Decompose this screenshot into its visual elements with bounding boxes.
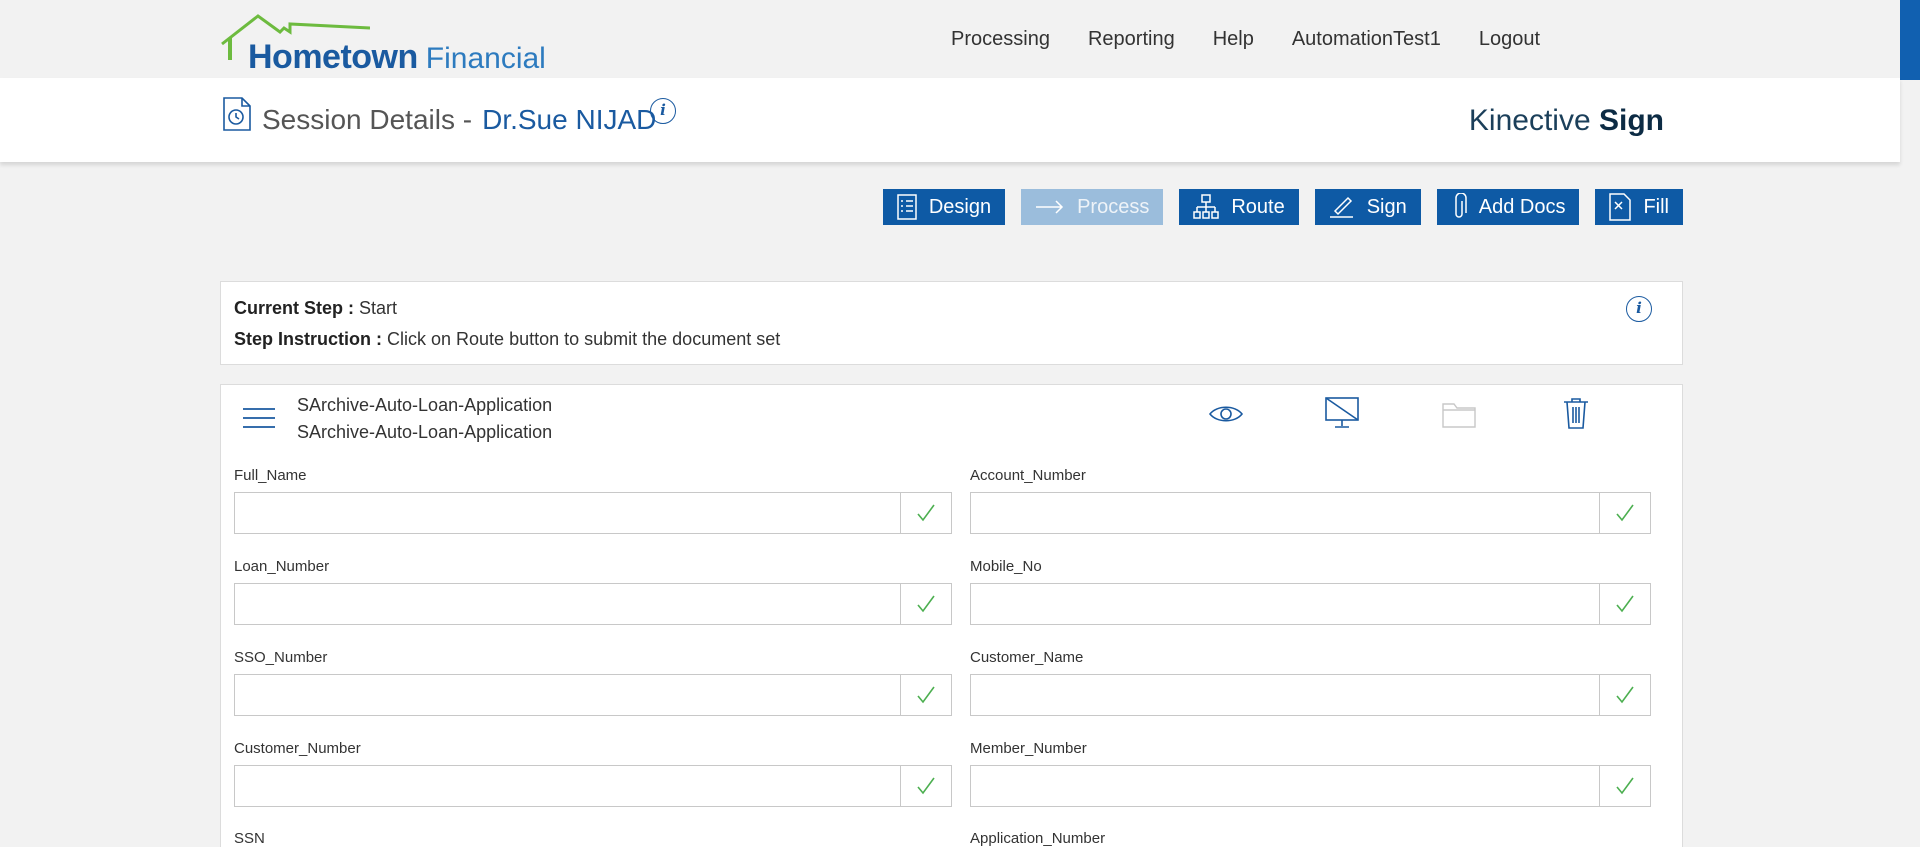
sso-number-label: SSO_Number <box>234 649 328 666</box>
fill-button[interactable]: Fill <box>1595 189 1683 225</box>
customer-name-input[interactable] <box>971 675 1600 715</box>
sso-number-field <box>234 674 952 716</box>
nav-logout[interactable]: Logout <box>1479 28 1540 51</box>
session-signer-name: Dr.Sue NIJAD <box>482 104 657 135</box>
mobile-no-label: Mobile_No <box>970 558 1042 575</box>
sso-number-input[interactable] <box>235 675 901 715</box>
main-nav: Processing Reporting Help AutomationTest… <box>951 28 1540 51</box>
loan-number-input[interactable] <box>235 584 901 624</box>
check-icon[interactable] <box>900 584 951 624</box>
nav-user[interactable]: AutomationTest1 <box>1292 28 1441 51</box>
customer-name-label: Customer_Name <box>970 649 1084 666</box>
brand-bold-text: Sign <box>1599 104 1664 137</box>
document-name: SArchive-Auto-Loan-Application <box>297 395 553 415</box>
step-panel: Current Step : Start Step Instruction : … <box>220 281 1683 365</box>
current-step: Current Step : Start <box>234 298 397 319</box>
trash-icon[interactable] <box>1563 397 1589 429</box>
hometown-financial-logo[interactable]: Hometown Financial <box>220 14 560 76</box>
checklist-icon <box>897 194 917 220</box>
design-button-label: Design <box>928 195 992 218</box>
nav-reporting[interactable]: Reporting <box>1088 28 1175 51</box>
customer-number-input[interactable] <box>235 766 901 806</box>
org-chart-icon <box>1193 194 1220 219</box>
folder-icon[interactable] <box>1442 400 1476 428</box>
arrow-right-icon <box>1036 200 1064 214</box>
check-icon[interactable] <box>1599 584 1650 624</box>
fill-button-label: Fill <box>1643 195 1669 218</box>
mobile-no-input[interactable] <box>971 584 1600 624</box>
step-info-icon[interactable]: i <box>1626 296 1652 322</box>
page-title: Session Details - Dr.Sue NIJAD <box>262 104 656 136</box>
top-bar: Hometown Financial Processing Reporting H… <box>0 0 1900 78</box>
step-instruction-label: Step Instruction : <box>234 329 382 349</box>
add-docs-button-label: Add Docs <box>1478 195 1566 218</box>
check-icon[interactable] <box>900 493 951 533</box>
brand-light-text: Kinective <box>1468 104 1591 137</box>
check-icon[interactable] <box>900 675 951 715</box>
monitor-off-icon[interactable] <box>1325 397 1359 429</box>
process-button-label: Process <box>1077 195 1150 218</box>
document-history-icon <box>223 97 251 131</box>
document-type: SArchive-Auto-Loan-Application <box>297 422 553 442</box>
account-number-label: Account_Number <box>970 467 1086 484</box>
customer-name-field <box>970 674 1651 716</box>
ssn-label: SSN <box>234 830 265 847</box>
account-number-input[interactable] <box>971 493 1600 533</box>
session-info-icon[interactable]: i <box>650 98 676 124</box>
application-number-label: Application_Number <box>970 830 1106 847</box>
paperclip-icon <box>1454 193 1467 218</box>
full-name-input[interactable] <box>235 493 901 533</box>
scrollbar-thumb[interactable] <box>1900 0 1920 80</box>
member-number-field <box>970 765 1651 807</box>
session-title-label: Session Details - <box>262 104 473 135</box>
action-toolbar: Design Process Route Sign Add Docs Fill <box>882 189 1683 225</box>
member-number-input[interactable] <box>971 766 1600 806</box>
loan-number-label: Loan_Number <box>234 558 330 575</box>
pen-icon <box>1329 196 1353 218</box>
current-step-value: Start <box>359 298 398 318</box>
sign-button[interactable]: Sign <box>1314 189 1421 225</box>
step-instruction: Step Instruction : Click on Route button… <box>234 329 780 350</box>
account-number-field <box>970 492 1651 534</box>
current-step-label: Current Step : <box>234 298 355 318</box>
nav-processing[interactable]: Processing <box>951 28 1050 51</box>
member-number-label: Member_Number <box>970 740 1087 757</box>
document-panel: SArchive-Auto-Loan-Application SArchive-… <box>220 384 1683 847</box>
process-button[interactable]: Process <box>1021 189 1164 225</box>
doc-fill-icon <box>1609 193 1632 221</box>
step-instruction-value: Click on Route button to submit the docu… <box>387 329 781 349</box>
check-icon[interactable] <box>1599 766 1650 806</box>
route-button-label: Route <box>1231 195 1285 218</box>
add-docs-button[interactable]: Add Docs <box>1436 189 1580 225</box>
design-button[interactable]: Design <box>882 189 1006 225</box>
check-icon[interactable] <box>1599 493 1650 533</box>
logo-secondary-text: Financial <box>425 42 546 75</box>
mobile-no-field <box>970 583 1651 625</box>
full-name-field <box>234 492 952 534</box>
route-button[interactable]: Route <box>1179 189 1299 225</box>
loan-number-field <box>234 583 952 625</box>
check-icon[interactable] <box>900 766 951 806</box>
customer-number-label: Customer_Number <box>234 740 361 757</box>
eye-icon[interactable] <box>1209 403 1243 425</box>
customer-number-field <box>234 765 952 807</box>
kinective-sign-logo: Kinective Sign <box>1469 104 1664 138</box>
session-header: Session Details - Dr.Sue NIJAD i Kinectiv… <box>0 78 1900 162</box>
logo-primary-text: Hometown <box>248 38 418 76</box>
check-icon[interactable] <box>1599 675 1650 715</box>
nav-help[interactable]: Help <box>1213 28 1254 51</box>
full-name-label: Full_Name <box>234 467 307 484</box>
hamburger-menu-icon[interactable] <box>243 407 275 429</box>
sign-button-label: Sign <box>1366 195 1407 218</box>
